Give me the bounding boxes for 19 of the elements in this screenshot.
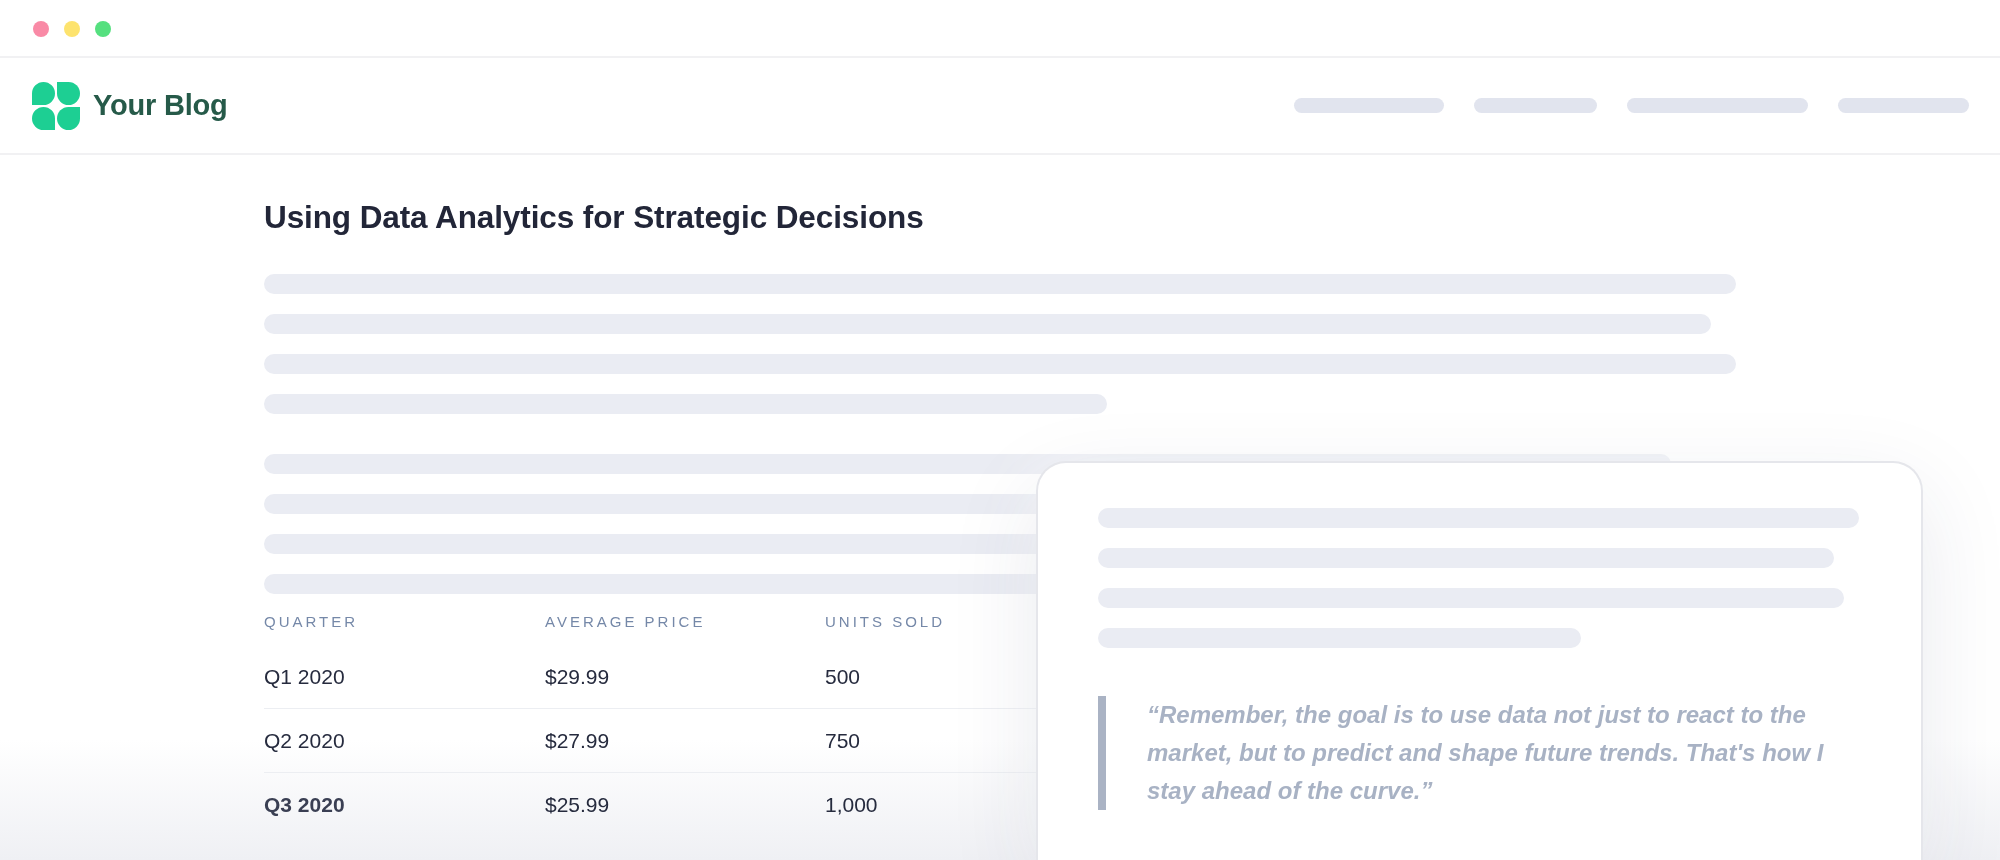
blog-name[interactable]: Your Blog — [93, 89, 228, 122]
window-maximize-button[interactable] — [95, 21, 111, 37]
table-cell: 750 — [825, 728, 861, 752]
table-cell: Q3 2020 — [264, 792, 345, 816]
table-cell: 1,000 — [825, 792, 878, 816]
article-title: Using Data Analytics for Strategic Decisions — [264, 198, 924, 237]
table-cell: Q1 2020 — [264, 664, 345, 688]
table-cell: 500 — [825, 664, 861, 688]
column-header: QUARTER — [264, 613, 359, 630]
window-close-button[interactable] — [33, 21, 49, 37]
table-cell: $25.99 — [545, 792, 610, 816]
pull-quote: “Remember, the goal is to use data not just to react to the market, but to predict and shape future trends. That's how I stay ahead of the curve.” — [1098, 696, 1867, 810]
petal-logo-icon[interactable] — [32, 81, 80, 130]
table-cell: Q2 2020 — [264, 728, 345, 752]
window-minimize-button[interactable] — [64, 21, 80, 37]
table-cell: $27.99 — [545, 728, 610, 752]
column-header: AVERAGE PRICE — [545, 613, 706, 630]
table-cell: $29.99 — [545, 664, 610, 688]
column-header: UNITS SOLD — [825, 613, 945, 630]
